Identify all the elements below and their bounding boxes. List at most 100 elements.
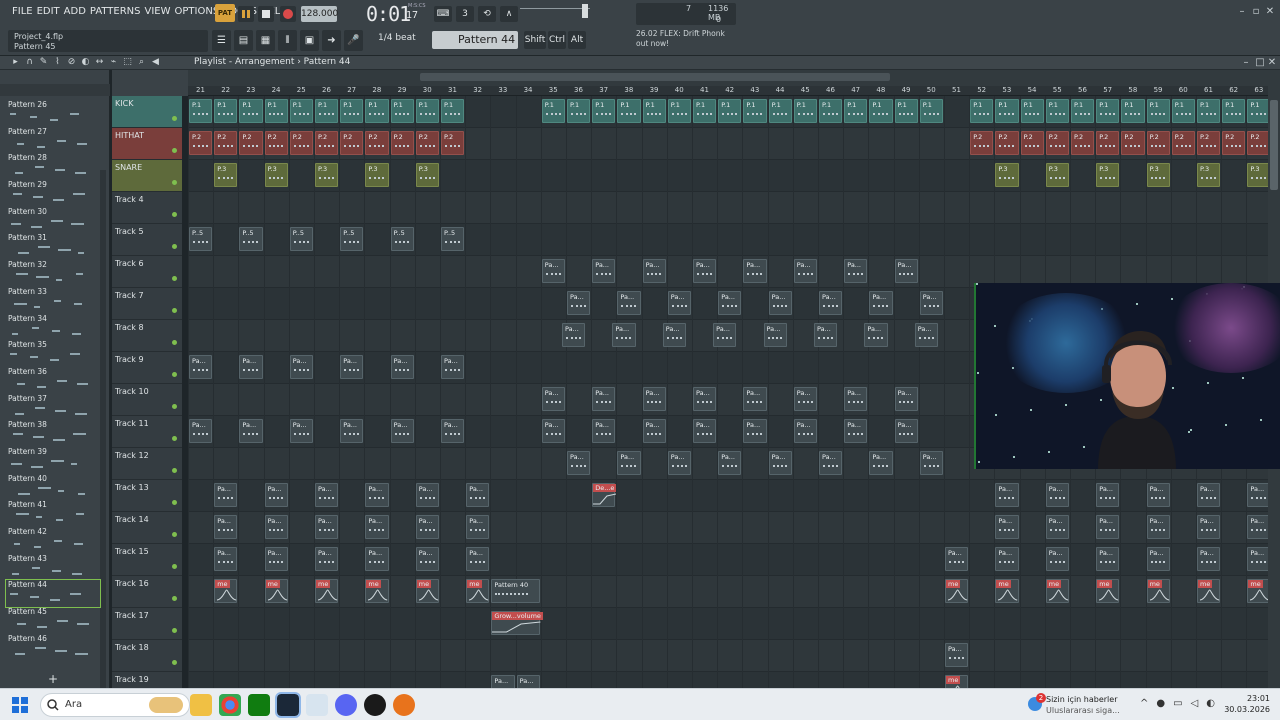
track-header[interactable]: KICK [112,96,182,128]
track-header[interactable]: Track 4 [112,192,182,224]
pattern-clip[interactable]: Pa... [793,387,817,411]
pattern-clip[interactable]: Pa... [214,515,238,539]
pattern-clip[interactable]: Pa... [189,419,213,443]
track-header[interactable]: Track 13 [112,480,182,512]
pattern-clip[interactable]: P.1 [1071,99,1095,123]
pattern-clip[interactable]: P.2 [1020,131,1044,155]
track-active-led[interactable] [172,564,177,569]
pattern-clip[interactable]: P.1 [1197,99,1221,123]
pattern-clip[interactable]: P..5 [390,227,414,251]
pattern-clip[interactable]: Pa... [894,419,918,443]
pattern-clip[interactable]: Pa... [239,419,263,443]
pattern-clip[interactable]: Pa... [763,323,787,347]
pattern-clip[interactable]: P.1 [415,99,439,123]
network-tray-icon[interactable]: ▭ [1173,698,1182,709]
track-header[interactable]: Track 14 [112,512,182,544]
pattern-clip[interactable]: Pa... [1096,515,1120,539]
pattern-clip[interactable]: Pa... [1146,547,1170,571]
pattern-clip[interactable]: Pa... [667,451,691,475]
pattern-clip[interactable]: Pa... [1146,483,1170,507]
pattern-clip[interactable]: Pa... [340,355,364,379]
menu-edit[interactable]: EDIT [37,6,60,17]
track-active-led[interactable] [172,148,177,153]
pattern-clip[interactable]: Pa... [592,387,616,411]
pattern-clip[interactable]: P.1 [894,99,918,123]
pattern-clip[interactable]: Pa... [289,419,313,443]
delete-icon[interactable]: ⊘ [66,57,77,68]
pattern-clip[interactable]: P.1 [214,99,238,123]
news-hint-panel[interactable]: 26.02 FLEX: Drift Phonk out now! [636,29,746,51]
pattern-clip[interactable]: Pa... [390,419,414,443]
track-header[interactable]: Track 10 [112,384,182,416]
pattern-clip[interactable]: P.2 [289,131,313,155]
pattern-clip[interactable]: Pa... [189,355,213,379]
speaker-icon[interactable]: ◀ [150,57,161,68]
pattern-clip[interactable]: P.1 [617,99,641,123]
pattern-clip[interactable]: P.1 [441,99,465,123]
mute-icon[interactable]: ◐ [80,57,91,68]
track-header[interactable]: Track 15 [112,544,182,576]
track-header[interactable]: Track 9 [112,352,182,384]
pattern-clip[interactable]: P.1 [365,99,389,123]
chevron-up-icon[interactable]: ^ [1140,698,1148,709]
app-icon-dark[interactable] [364,694,386,716]
pattern-clip[interactable]: Pa... [693,419,717,443]
pattern-clip[interactable]: P.1 [1045,99,1069,123]
pattern-clip[interactable]: Pa... [914,323,938,347]
shift-key-button[interactable]: Shift [524,31,546,49]
pattern-clip[interactable]: me [945,579,969,603]
track-header[interactable]: HITHAT [112,128,182,160]
track-header[interactable]: Track 8 [112,320,182,352]
pattern-clip[interactable]: P.1 [1096,99,1120,123]
pattern-clip[interactable]: Pa... [567,451,591,475]
pencil-icon[interactable]: ✎ [38,57,49,68]
zoom-icon[interactable]: ⌕ [136,57,147,68]
pause-button[interactable] [238,6,254,22]
pattern-clip[interactable]: P.3 [1096,163,1120,187]
pattern-clip[interactable]: P.1 [869,99,893,123]
pattern-selector[interactable]: Pattern 44 [432,31,518,49]
pattern-clip[interactable]: P.2 [340,131,364,155]
pattern-clip[interactable]: P.1 [970,99,994,123]
mixer-icon[interactable]: ⫴ [278,30,297,51]
pattern-clip[interactable]: Pa... [713,323,737,347]
track-header[interactable]: SNARE [112,160,182,192]
pattern-clip[interactable]: Pa... [415,483,439,507]
file-explorer-icon[interactable] [190,694,212,716]
pattern-clip[interactable]: P.2 [1071,131,1095,155]
track-active-led[interactable] [172,340,177,345]
menu-view[interactable]: VIEW [145,6,171,17]
playlist-maximize-icon[interactable]: □ [1254,57,1266,69]
pattern-clip[interactable]: Pa... [869,291,893,315]
track-active-led[interactable] [172,180,177,185]
pattern-clip[interactable]: me [1247,579,1268,603]
pattern-clip[interactable]: Pa... [441,419,465,443]
pattern-clip[interactable]: Pa... [1197,483,1221,507]
clock[interactable]: 23:01 30.03.2026 [1224,693,1270,715]
microphone-tray-icon[interactable]: ● [1156,698,1165,709]
pattern-clip[interactable]: P.2 [1222,131,1246,155]
pattern-clip[interactable]: P.1 [1247,99,1268,123]
count-in-icon[interactable]: 3 [456,6,474,22]
track-active-led[interactable] [172,308,177,313]
pattern-clip[interactable]: P.3 [365,163,389,187]
pattern-clip[interactable]: Pa... [390,355,414,379]
pattern-clip[interactable]: Pa... [743,387,767,411]
song-time-display[interactable]: 0:01 [366,2,411,26]
network-app-icon[interactable] [306,694,328,716]
pattern-clip[interactable]: Pa... [1045,515,1069,539]
pattern-clip[interactable]: Pa... [365,547,389,571]
pattern-clip[interactable]: Pa... [1197,515,1221,539]
pattern-clip[interactable]: P..5 [189,227,213,251]
pattern-clip[interactable]: P.3 [264,163,288,187]
pattern-clip[interactable]: P.2 [995,131,1019,155]
pattern-clip[interactable]: Pa... [516,675,540,688]
pattern-clip[interactable]: Pa... [541,259,565,283]
pattern-clip[interactable]: P.2 [1121,131,1145,155]
pattern-clip[interactable]: P.3 [415,163,439,187]
pattern-clip[interactable]: P..5 [289,227,313,251]
pattern-clip[interactable]: Pa... [365,515,389,539]
pattern-clip[interactable]: Pa... [768,291,792,315]
pattern-clip[interactable]: Pa... [214,547,238,571]
track-header[interactable]: Track 5 [112,224,182,256]
